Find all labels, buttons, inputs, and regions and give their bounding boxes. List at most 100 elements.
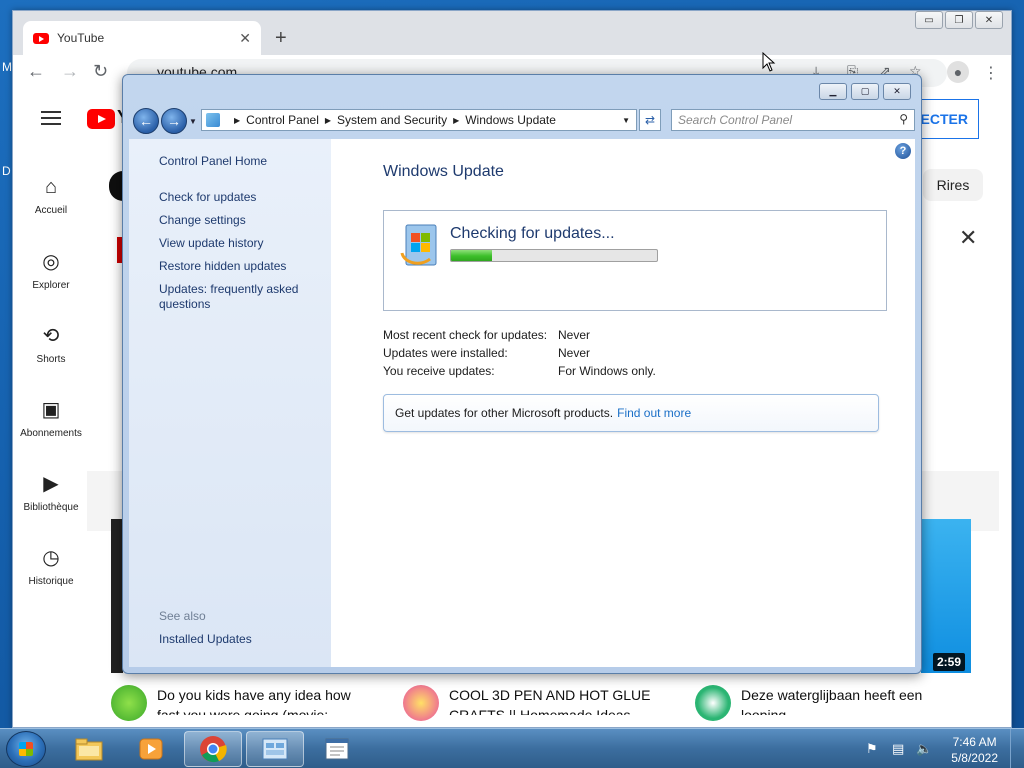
recent-pages-chevron-icon[interactable]: ▼ <box>189 117 197 126</box>
sidebar-item-label: Bibliothèque <box>23 502 79 513</box>
show-desktop-button[interactable] <box>1010 729 1024 768</box>
breadcrumb-control-panel[interactable]: Control Panel <box>246 113 319 127</box>
hamburger-menu-icon[interactable] <box>41 111 61 125</box>
channel-avatar[interactable] <box>403 685 439 721</box>
taskbar-control-panel[interactable] <box>246 731 304 767</box>
tab-close-icon[interactable]: ✕ <box>239 30 251 47</box>
chrome-caption-buttons: ▭ ❐ ✕ <box>915 11 1003 29</box>
info-value-installed: Never <box>558 346 591 360</box>
network-icon[interactable]: ▤ <box>892 741 904 757</box>
link-restore-hidden-updates[interactable]: Restore hidden updates <box>159 259 286 274</box>
taskbar: ⚑ ▤ 🔈 7:46 AM 5/8/2022 <box>0 728 1024 768</box>
breadcrumb-windows-update[interactable]: Windows Update <box>465 113 556 127</box>
notepad-icon <box>325 738 349 760</box>
taskbar-media-player[interactable] <box>122 731 180 767</box>
library-icon: ▶ <box>43 473 59 495</box>
forward-arrow-icon[interactable]: → <box>61 61 79 82</box>
video-card[interactable]: Deze waterglijbaan heeft een looping <box>695 685 951 721</box>
reload-icon[interactable]: ↻ <box>93 61 108 82</box>
maximize-button[interactable]: ▢ <box>851 83 879 100</box>
video-card[interactable]: Do you kids have any idea how fast you w… <box>111 685 367 721</box>
profile-avatar-icon[interactable]: ● <box>947 61 969 83</box>
forward-arrow-icon[interactable]: → <box>161 108 187 134</box>
link-installed-updates[interactable]: Installed Updates <box>159 632 252 647</box>
window-caption-buttons: ▁ ▢ ✕ <box>819 83 911 100</box>
youtube-logo-icon[interactable] <box>87 109 115 129</box>
page-title: Windows Update <box>383 163 504 180</box>
sidebar-item-accueil[interactable]: ⌂ Accueil <box>13 159 89 233</box>
video-title[interactable]: Deze waterglijbaan heeft een looping <box>741 685 951 715</box>
search-input[interactable]: Search Control Panel ⚲ <box>671 109 915 131</box>
breadcrumb-arrow-icon[interactable]: ▶ <box>234 116 240 125</box>
breadcrumb-arrow-icon[interactable]: ▶ <box>325 116 331 125</box>
video-title[interactable]: COOL 3D PEN AND HOT GLUE CRAFTS || Homem… <box>449 685 659 715</box>
control-panel-icon <box>262 738 288 760</box>
other-products-notice: Get updates for other Microsoft products… <box>383 394 879 432</box>
taskbar-chrome[interactable] <box>184 731 242 767</box>
subscriptions-icon: ▣ <box>41 399 61 421</box>
sidebar-item-shorts[interactable]: ⟲ Shorts <box>13 307 89 381</box>
sidebar-item-historique[interactable]: ◷ Historique <box>13 529 89 603</box>
shorts-icon: ⟲ <box>42 325 60 347</box>
see-also-heading: See also <box>159 609 206 623</box>
navigation-bar: ← → ▼ ▶ Control Panel ▶ System and Secur… <box>131 107 915 135</box>
video-title[interactable]: Do you kids have any idea how fast you w… <box>157 685 367 715</box>
info-value-recent-check: Never <box>558 328 591 342</box>
sidebar-item-label: Accueil <box>34 205 68 216</box>
channel-avatar[interactable] <box>695 685 731 721</box>
minimize-button[interactable]: ▭ <box>915 11 943 29</box>
minimize-button[interactable]: ▁ <box>819 83 847 100</box>
link-check-for-updates[interactable]: Check for updates <box>159 190 256 205</box>
browser-tab[interactable]: YouTube ✕ <box>23 21 261 55</box>
start-button[interactable] <box>6 731 46 767</box>
sidebar-item-label: Historique <box>28 576 74 587</box>
status-text: Checking for updates... <box>450 225 615 242</box>
help-icon[interactable]: ? <box>895 143 911 159</box>
breadcrumb-arrow-icon[interactable]: ▶ <box>453 116 459 125</box>
history-icon: ◷ <box>42 547 60 569</box>
progress-bar-fill <box>451 250 493 261</box>
system-clock[interactable]: 7:46 AM 5/8/2022 <box>951 734 998 766</box>
dismiss-close-icon[interactable]: ✕ <box>959 225 977 251</box>
back-arrow-icon[interactable]: ← <box>133 108 159 134</box>
close-button[interactable]: ✕ <box>975 11 1003 29</box>
address-bar[interactable]: ▶ Control Panel ▶ System and Security ▶ … <box>201 109 637 131</box>
search-icon[interactable]: ⚲ <box>899 112 908 126</box>
new-tab-button[interactable]: + <box>275 27 287 50</box>
back-arrow-icon[interactable]: ← <box>27 61 45 82</box>
link-change-settings[interactable]: Change settings <box>159 213 246 228</box>
search-placeholder: Search Control Panel <box>678 113 793 127</box>
media-player-icon <box>139 738 163 760</box>
compass-icon: ◎ <box>42 251 60 273</box>
video-card[interactable]: COOL 3D PEN AND HOT GLUE CRAFTS || Homem… <box>403 685 659 721</box>
close-button[interactable]: ✕ <box>883 83 911 100</box>
update-status-panel: Checking for updates... <box>383 210 887 311</box>
channel-avatar[interactable] <box>111 685 147 721</box>
desktop-icon-label: M <box>2 60 12 74</box>
video-thumbnail[interactable] <box>921 519 971 673</box>
refresh-icon[interactable]: ⇄ <box>639 109 661 131</box>
sidebar-item-abonnements[interactable]: ▣ Abonnements <box>13 381 89 455</box>
restore-button[interactable]: ❐ <box>945 11 973 29</box>
volume-icon[interactable]: 🔈 <box>916 741 932 757</box>
home-icon: ⌂ <box>44 176 58 198</box>
chip-rires[interactable]: Rires <box>923 169 983 201</box>
control-panel-icon <box>206 113 220 127</box>
link-view-update-history[interactable]: View update history <box>159 236 264 251</box>
video-duration-badge: 2:59 <box>933 653 966 671</box>
sidebar-item-explorer[interactable]: ◎ Explorer <box>13 233 89 307</box>
chevron-down-icon[interactable]: ▼ <box>622 116 630 125</box>
action-center-icon[interactable]: ⚑ <box>866 741 878 757</box>
breadcrumb-system-security[interactable]: System and Security <box>337 113 447 127</box>
info-value-receive: For Windows only. <box>558 364 656 378</box>
link-updates-faq[interactable]: Updates: frequently asked questions <box>159 282 319 312</box>
menu-kebab-icon[interactable]: ⋮ <box>983 63 999 83</box>
mouse-cursor-icon <box>762 52 776 72</box>
taskbar-explorer[interactable] <box>60 731 118 767</box>
find-out-more-link[interactable]: Find out more <box>617 406 691 420</box>
control-panel-content: Control Panel Home Check for updates Cha… <box>129 139 915 667</box>
sidebar-item-bibliotheque[interactable]: ▶ Bibliothèque <box>13 455 89 529</box>
desktop-icon-label: D <box>2 164 11 178</box>
taskbar-notepad[interactable] <box>308 731 366 767</box>
link-control-panel-home[interactable]: Control Panel Home <box>159 154 267 169</box>
